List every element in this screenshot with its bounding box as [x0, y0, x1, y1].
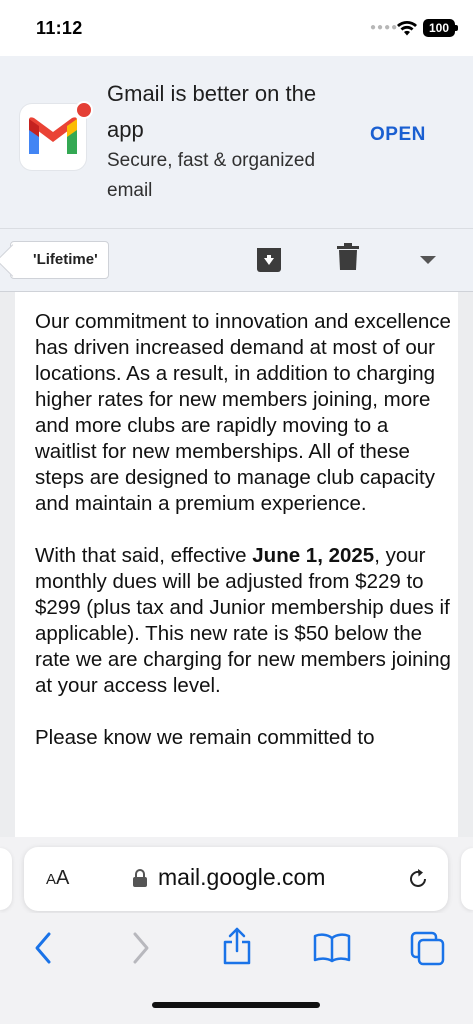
text-size-button[interactable]: AA: [46, 867, 69, 890]
home-indicator: [152, 1002, 320, 1008]
tabs-icon[interactable]: [410, 931, 446, 967]
battery-icon: 100: [423, 19, 458, 37]
back-icon[interactable]: [32, 931, 54, 965]
chevron-down-icon[interactable]: [419, 255, 437, 265]
effective-date: June 1, 2025: [252, 544, 375, 567]
banner-subtitle: Secure, fast & organized email: [107, 150, 316, 201]
previous-tab-peek[interactable]: [0, 848, 12, 910]
open-app-button[interactable]: OPEN: [370, 124, 426, 146]
wifi-icon: [397, 21, 417, 36]
label-chip-text: 'Lifetime': [33, 251, 98, 268]
status-time: 11:12: [36, 18, 83, 38]
banner-title: Gmail is better on the app: [107, 81, 317, 142]
cellular-dots-icon: ●●●●: [370, 22, 399, 33]
next-tab-peek[interactable]: [461, 848, 473, 910]
trash-icon[interactable]: [337, 243, 359, 271]
address-area: AA mail.google.com: [0, 837, 473, 913]
notification-dot: [75, 101, 93, 119]
address-bar[interactable]: AA mail.google.com: [24, 847, 448, 911]
reload-icon[interactable]: [406, 867, 430, 891]
email-paragraph-3: Please know we remain committed to: [35, 726, 375, 749]
text-size-large-a: A: [56, 867, 70, 889]
email-message: Our commitment to innovation and excelle…: [15, 292, 458, 837]
url-text: mail.google.com: [158, 864, 326, 890]
text-size-small-a: A: [46, 871, 57, 888]
label-chip-back-button[interactable]: 'Lifetime': [10, 241, 109, 279]
share-icon[interactable]: [221, 927, 253, 965]
status-bar: 11:12 ●●●● 100: [0, 0, 473, 56]
email-text: With that said, effective: [35, 544, 253, 567]
email-body: Our commitment to innovation and excelle…: [35, 309, 455, 777]
email-paragraph-1: Our commitment to innovation and excelle…: [35, 310, 451, 515]
archive-icon[interactable]: [256, 247, 282, 273]
app-banner: Gmail is better on the app Secure, fast …: [0, 56, 473, 228]
email-paragraph-2: With that said, effective June 1, 2025, …: [35, 543, 455, 699]
bookmarks-icon[interactable]: [313, 933, 351, 963]
forward-icon[interactable]: [130, 931, 152, 965]
email-toolbar: 'Lifetime': [0, 228, 473, 292]
lock-icon: [133, 869, 147, 887]
